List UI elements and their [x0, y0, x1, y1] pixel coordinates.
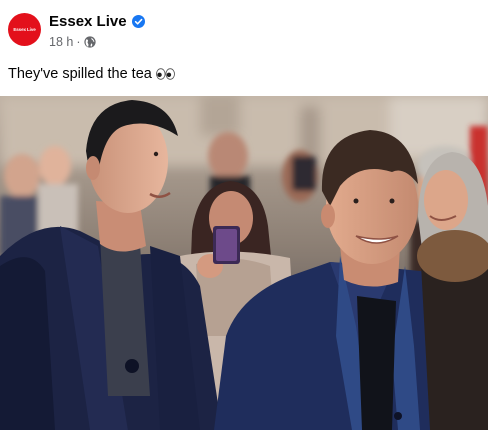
eyes-emoji-icon	[155, 68, 175, 80]
post-header: Essex Live	[49, 12, 145, 30]
post-meta: 18 h ·	[49, 34, 96, 50]
meta-separator: ·	[76, 35, 81, 49]
post-text: They've spilled the tea	[8, 66, 152, 82]
globe-icon[interactable]	[83, 36, 96, 48]
post-message: They've spilled the tea	[8, 64, 175, 84]
verified-badge-icon	[131, 14, 145, 28]
post-photo[interactable]	[0, 96, 488, 430]
page-avatar[interactable]: Essex Live	[8, 13, 41, 46]
page-name-link[interactable]: Essex Live	[49, 13, 127, 30]
post-timestamp[interactable]: 18 h	[49, 35, 73, 49]
avatar-logo-text: Essex Live	[13, 27, 36, 32]
